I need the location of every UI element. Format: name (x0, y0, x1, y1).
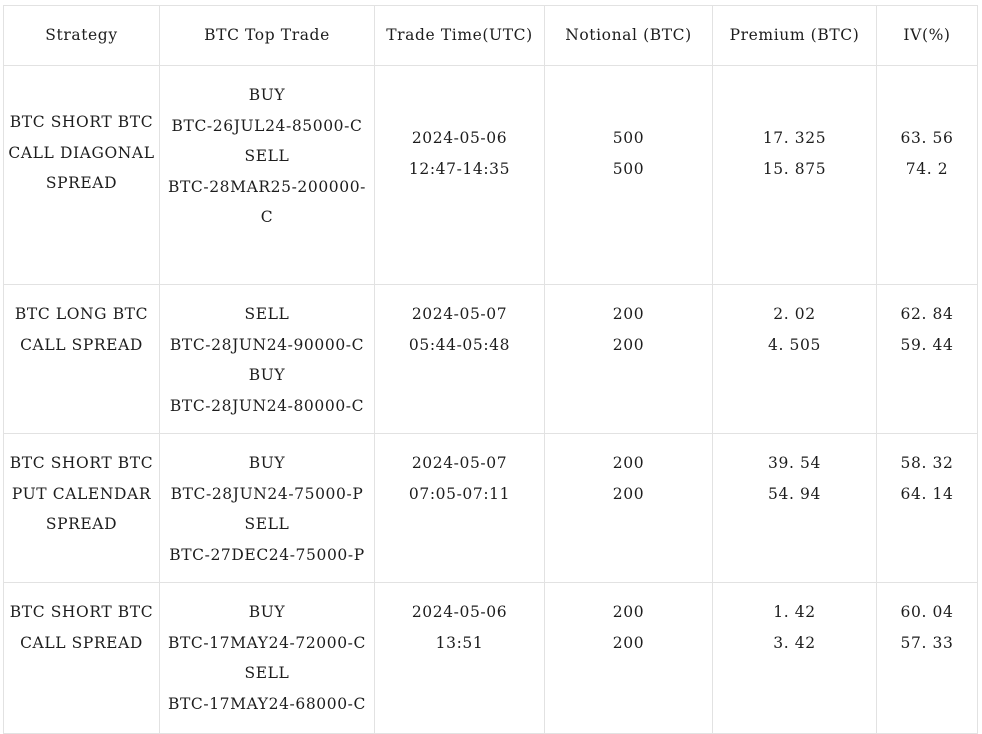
cell-premium: 2. 024. 505 (713, 285, 877, 434)
cell-line: 57. 33 (877, 628, 977, 659)
cell-premium: 17. 32515. 875 (713, 66, 877, 285)
column-header-top-trade: BTC Top Trade (160, 6, 375, 66)
cell-line: 17. 325 (713, 123, 876, 154)
cell-line: CALL SPREAD (4, 330, 159, 361)
cell-line: 58. 32 (877, 448, 977, 479)
cell-notional: 200200 (545, 434, 713, 583)
cell-line: 500 (545, 123, 712, 154)
cell-tradetime: 2024-05-0612:47-14:35 (375, 66, 545, 285)
cell-tradetime: 2024-05-0707:05-07:11 (375, 434, 545, 583)
cell-line: 200 (545, 330, 712, 361)
cell-line: 62. 84 (877, 299, 977, 330)
cell-line: 54. 94 (713, 479, 876, 510)
cell-line: BTC-26JUL24-85000-C (160, 111, 374, 142)
cell-line: BTC SHORT BTC (4, 107, 159, 138)
table-body: BTC SHORT BTCCALL DIAGONALSPREADBUYBTC-2… (4, 66, 978, 734)
cell-line: BUY (160, 80, 374, 111)
column-header-premium: Premium (BTC) (713, 6, 877, 66)
cell-line: PUT CALENDAR (4, 479, 159, 510)
cell-line: BUY (160, 597, 374, 628)
cell-toptrade: BUYBTC-26JUL24-85000-CSELLBTC-28MAR25-20… (160, 66, 375, 285)
cell-line: BUY (160, 360, 374, 391)
cell-line: 07:05-07:11 (375, 479, 544, 510)
cell-line: 39. 54 (713, 448, 876, 479)
cell-line: BTC-28JUN24-75000-P (160, 479, 374, 510)
cell-line: 4. 505 (713, 330, 876, 361)
cell-line: SPREAD (4, 168, 159, 199)
cell-line: CALL DIAGONAL (4, 138, 159, 169)
cell-line: 3. 42 (713, 628, 876, 659)
cell-line: BTC-17MAY24-72000-C (160, 628, 374, 659)
cell-notional: 200200 (545, 583, 713, 734)
cell-line: BUY (160, 448, 374, 479)
trade-table-container: Strategy BTC Top Trade Trade Time(UTC) N… (3, 5, 977, 734)
cell-premium: 1. 423. 42 (713, 583, 877, 734)
cell-line: 2024-05-06 (375, 123, 544, 154)
cell-premium: 39. 5454. 94 (713, 434, 877, 583)
cell-notional: 200200 (545, 285, 713, 434)
cell-line: SELL (160, 658, 374, 689)
cell-line: 2024-05-07 (375, 448, 544, 479)
cell-iv: 63. 5674. 2 (877, 66, 978, 285)
cell-line: BTC-28MAR25-200000- (160, 172, 374, 203)
cell-line: 2024-05-06 (375, 597, 544, 628)
table-row: BTC LONG BTCCALL SPREADSELLBTC-28JUN24-9… (4, 285, 978, 434)
table-row: BTC SHORT BTCPUT CALENDARSPREADBUYBTC-28… (4, 434, 978, 583)
cell-line: 63. 56 (877, 123, 977, 154)
cell-strategy: BTC LONG BTCCALL SPREAD (4, 285, 160, 434)
column-header-iv: IV(%) (877, 6, 978, 66)
cell-line: BTC SHORT BTC (4, 597, 159, 628)
column-header-strategy: Strategy (4, 6, 160, 66)
cell-line: BTC SHORT BTC (4, 448, 159, 479)
cell-notional: 500500 (545, 66, 713, 285)
cell-line: 200 (545, 299, 712, 330)
cell-tradetime: 2024-05-0613:51 (375, 583, 545, 734)
cell-line: 15. 875 (713, 154, 876, 185)
cell-line: BTC LONG BTC (4, 299, 159, 330)
cell-line: SELL (160, 299, 374, 330)
cell-iv: 62. 8459. 44 (877, 285, 978, 434)
table-row: BTC SHORT BTCCALL DIAGONALSPREADBUYBTC-2… (4, 66, 978, 285)
cell-toptrade: BUYBTC-17MAY24-72000-CSELLBTC-17MAY24-68… (160, 583, 375, 734)
column-header-notional: Notional (BTC) (545, 6, 713, 66)
cell-line: 64. 14 (877, 479, 977, 510)
table-row: BTC SHORT BTCCALL SPREADBUYBTC-17MAY24-7… (4, 583, 978, 734)
cell-line: SELL (160, 509, 374, 540)
cell-iv: 58. 3264. 14 (877, 434, 978, 583)
cell-line: SPREAD (4, 509, 159, 540)
btc-top-trades-table: Strategy BTC Top Trade Trade Time(UTC) N… (3, 5, 978, 734)
cell-line: 2. 02 (713, 299, 876, 330)
cell-iv: 60. 0457. 33 (877, 583, 978, 734)
cell-toptrade: BUYBTC-28JUN24-75000-PSELLBTC-27DEC24-75… (160, 434, 375, 583)
cell-line: 200 (545, 597, 712, 628)
cell-line: 200 (545, 448, 712, 479)
cell-line: BTC-17MAY24-68000-C (160, 689, 374, 720)
table-header-row: Strategy BTC Top Trade Trade Time(UTC) N… (4, 6, 978, 66)
cell-line: 13:51 (375, 628, 544, 659)
cell-line: 1. 42 (713, 597, 876, 628)
table-header: Strategy BTC Top Trade Trade Time(UTC) N… (4, 6, 978, 66)
cell-tradetime: 2024-05-0705:44-05:48 (375, 285, 545, 434)
cell-toptrade: SELLBTC-28JUN24-90000-CBUYBTC-28JUN24-80… (160, 285, 375, 434)
cell-strategy: BTC SHORT BTCPUT CALENDARSPREAD (4, 434, 160, 583)
cell-line: 60. 04 (877, 597, 977, 628)
cell-line: 12:47-14:35 (375, 154, 544, 185)
cell-line: 200 (545, 479, 712, 510)
cell-line: C (160, 202, 374, 233)
cell-line: 500 (545, 154, 712, 185)
column-header-trade-time: Trade Time(UTC) (375, 6, 545, 66)
cell-line: CALL SPREAD (4, 628, 159, 659)
cell-line: 200 (545, 628, 712, 659)
cell-line: 2024-05-07 (375, 299, 544, 330)
cell-line: 59. 44 (877, 330, 977, 361)
cell-line: 74. 2 (877, 154, 977, 185)
cell-line: BTC-28JUN24-80000-C (160, 391, 374, 422)
cell-strategy: BTC SHORT BTCCALL DIAGONALSPREAD (4, 66, 160, 285)
cell-strategy: BTC SHORT BTCCALL SPREAD (4, 583, 160, 734)
cell-line: SELL (160, 141, 374, 172)
cell-line: 05:44-05:48 (375, 330, 544, 361)
cell-line: BTC-27DEC24-75000-P (160, 540, 374, 571)
cell-line: BTC-28JUN24-90000-C (160, 330, 374, 361)
